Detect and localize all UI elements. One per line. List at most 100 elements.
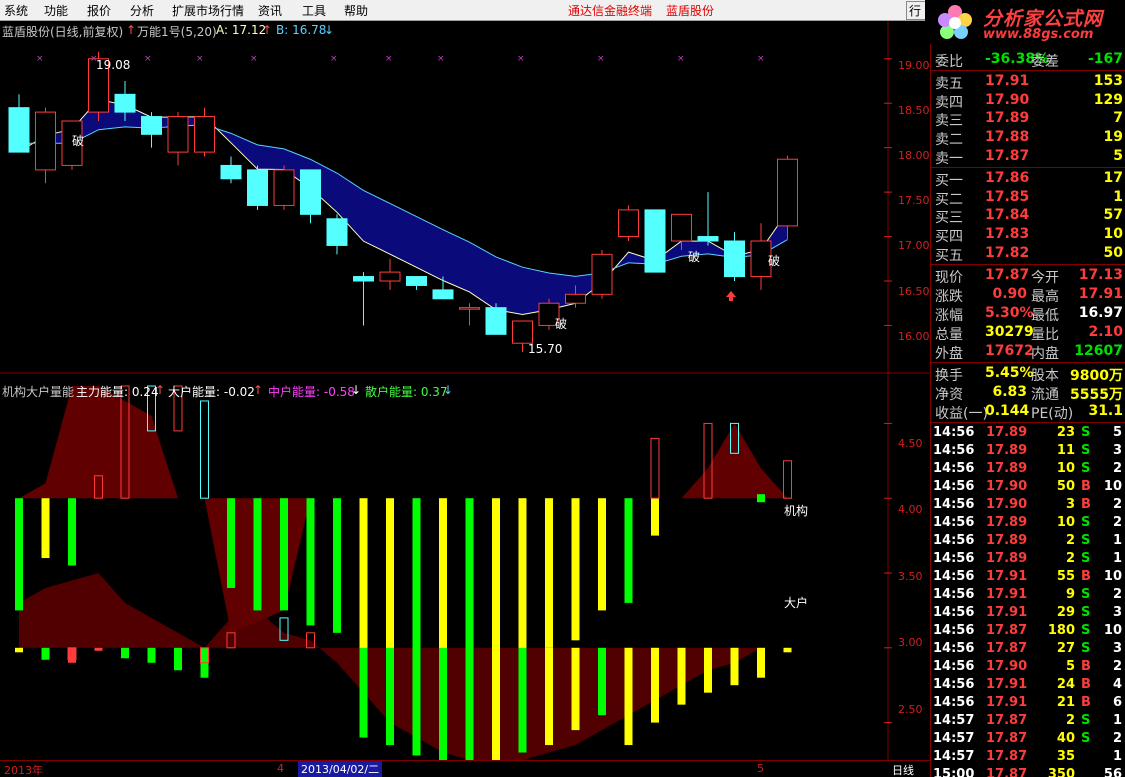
tick-count: 2 [1112, 659, 1122, 674]
energy-bar [492, 647, 500, 760]
tick-volume: 55 [1056, 569, 1075, 584]
buy-row[interactable]: 买五 17.82 50 [931, 244, 1125, 264]
tick-volume: 23 [1056, 425, 1075, 440]
po-label-3: 破 [688, 250, 701, 264]
energy-bar [545, 647, 553, 746]
tick-side: B [1081, 497, 1091, 512]
tick-count: 10 [1103, 623, 1122, 638]
tick-row: 14:56 17.89 23 S 5 [931, 424, 1125, 442]
buy-vol: 10 [1103, 226, 1123, 242]
bigholder-area [19, 573, 788, 760]
dh-value: 大户能量: -0.02 [168, 385, 255, 399]
tick-price: 17.87 [986, 623, 1028, 638]
dahu-label: 大户 [784, 596, 809, 610]
menu-system[interactable]: 系统 [4, 2, 28, 19]
candle-body-down [300, 169, 321, 215]
candle-body-down [247, 169, 268, 206]
tick-side: B [1081, 479, 1091, 494]
candle-body-down [697, 236, 719, 242]
buy-row[interactable]: 买二 17.85 1 [931, 188, 1125, 208]
tick-price: 17.89 [986, 461, 1028, 476]
sell-row[interactable]: 卖一 17.87 5 [931, 147, 1125, 167]
sell-row[interactable]: 卖四 17.90 129 [931, 91, 1125, 111]
tick-row: 14:56 17.90 5 B 2 [931, 658, 1125, 676]
buy-label: 买五 [935, 248, 963, 264]
energy-marker [200, 400, 209, 499]
menu-news[interactable]: 资讯 [258, 2, 282, 19]
menu-ext-market[interactable]: 扩展市场行情 [172, 2, 244, 19]
menu-tools[interactable]: 工具 [302, 2, 326, 19]
stat-value: 0.144 [985, 403, 1030, 419]
menu-quote[interactable]: 报价 [87, 2, 111, 19]
sell-label: 卖五 [935, 76, 963, 92]
tick-row: 14:56 17.91 24 B 4 [931, 676, 1125, 694]
energy-bar [757, 647, 765, 678]
buy-price: 17.83 [985, 226, 1030, 242]
energy-bar [571, 498, 580, 641]
stat-value: 12607 [1074, 343, 1123, 359]
stat-label: 净资 [935, 387, 963, 403]
period-label[interactable]: 日线 [892, 762, 914, 777]
buy-row[interactable]: 买一 17.86 17 [931, 169, 1125, 189]
energy-bar [386, 498, 394, 671]
sh-down-icon: ↓ [443, 383, 454, 397]
price-tick: 17.50 [898, 194, 930, 207]
top-marker: × [757, 54, 765, 64]
stat-value: 5555万 [1070, 387, 1123, 403]
indicator-line-a [18, 99, 788, 315]
energy-bar [651, 498, 659, 536]
stat-value: 30279 [985, 324, 1034, 340]
buy-row[interactable]: 买四 17.83 10 [931, 225, 1125, 245]
stat-label: 量比 [1031, 327, 1059, 343]
candle-body-up [194, 116, 215, 153]
energy-bar [174, 647, 182, 671]
tick-time: 14:56 [933, 479, 975, 494]
ind-tick: 3.00 [898, 636, 923, 649]
tick-time: 14:56 [933, 533, 975, 548]
buy-row[interactable]: 买三 17.84 57 [931, 206, 1125, 226]
tick-time: 14:57 [933, 731, 975, 746]
menu-help[interactable]: 帮助 [344, 2, 368, 19]
energy-bar [412, 647, 421, 756]
stat-value: 0.90 [992, 286, 1027, 302]
flower-icon [938, 5, 972, 39]
tick-price: 17.91 [986, 569, 1028, 584]
tick-time: 14:56 [933, 623, 975, 638]
tick-price: 17.87 [986, 731, 1028, 746]
candle-body-down [485, 307, 507, 335]
buy-vol: 17 [1103, 170, 1123, 186]
buy-price: 17.84 [985, 207, 1030, 223]
sell-vol: 19 [1103, 129, 1123, 145]
menu-function[interactable]: 功能 [44, 2, 68, 19]
tick-row: 14:57 17.87 35 1 [931, 748, 1125, 766]
stat-label: 现价 [935, 270, 963, 286]
energy-bar [359, 498, 368, 663]
stat-value: 6.83 [992, 384, 1027, 400]
stat-value: 5.45% [985, 365, 1034, 381]
tick-time: 14:56 [933, 425, 975, 440]
weicha-label: 委差 [1031, 54, 1059, 70]
menu-analysis[interactable]: 分析 [130, 2, 154, 19]
stat-label: 涨跌 [935, 289, 963, 305]
energy-bar [94, 647, 103, 651]
zl-up-icon: ↑ [155, 383, 166, 397]
tick-side: S [1081, 515, 1091, 530]
candle-body-up [35, 111, 56, 171]
candle-body-up [459, 307, 480, 310]
sell-row[interactable]: 卖二 17.88 19 [931, 128, 1125, 148]
sell-row[interactable]: 卖五 17.91 153 [931, 72, 1125, 92]
buy-price: 17.82 [985, 245, 1030, 261]
top-marker: × [517, 54, 525, 64]
tick-side: S [1081, 443, 1091, 458]
sell-row[interactable]: 卖三 17.89 7 [931, 109, 1125, 129]
stat-row: 现价 17.87 今开 17.13 [931, 266, 1125, 286]
candle-body-down [353, 276, 374, 282]
indicator-a: A: 17.12 [216, 23, 267, 37]
sell-label: 卖一 [935, 151, 963, 167]
tick-count: 2 [1112, 731, 1122, 746]
tick-row: 14:56 17.89 11 S 3 [931, 442, 1125, 460]
indicator-band [19, 99, 788, 315]
tick-count: 2 [1112, 461, 1122, 476]
indicator-b: B: 16.78 [276, 23, 327, 37]
tick-row: 14:56 17.89 2 S 1 [931, 550, 1125, 568]
